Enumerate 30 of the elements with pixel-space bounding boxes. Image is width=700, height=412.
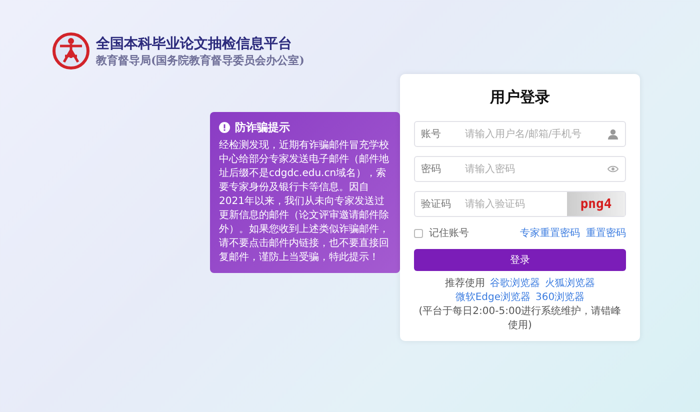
field-label: 密码	[421, 162, 442, 176]
platform-title: 全国本科毕业论文抽检信息平台	[96, 34, 293, 52]
maintenance-note: (平台于每日2:00-5:00进行系统维护，请错峰使用)	[418, 305, 622, 333]
captcha-input[interactable]: 请输入验证码	[463, 198, 567, 210]
field-label: 验证码	[421, 198, 452, 211]
logo-icon	[52, 32, 90, 70]
eye-icon[interactable]	[607, 163, 619, 175]
captcha-field[interactable]: 验证码 请输入验证码 png4	[414, 191, 626, 217]
browser-link[interactable]: 谷歌浏览器	[490, 277, 540, 291]
remember-label: 记住账号	[429, 226, 469, 240]
warning-title: 防诈骗提示	[235, 120, 290, 135]
alert-icon	[219, 122, 230, 133]
password-field[interactable]: 密码 请输入密码	[414, 156, 626, 182]
reset-password-link[interactable]: 重置密码	[586, 226, 626, 240]
reset-password-link[interactable]: 专家重置密码	[520, 226, 580, 240]
password-input[interactable]: 请输入密码	[463, 162, 601, 176]
account-field[interactable]: 账号 请输入用户名/邮箱/手机号	[414, 121, 626, 147]
browser-link[interactable]: 火狐浏览器	[545, 277, 595, 291]
browser-link[interactable]: 微软Edge浏览器	[455, 291, 531, 305]
platform-subtitle: 教育督导局(国务院教育督导委员会办公室)	[96, 52, 304, 68]
login-button[interactable]: 登录	[414, 249, 626, 271]
captcha-image[interactable]: png4	[567, 192, 625, 216]
user-icon	[607, 128, 619, 140]
field-label: 账号	[421, 128, 442, 141]
warning-text: 经检测发现，近期有诈骗邮件冒充学校中心给部分专家发送电子邮件（邮件地址后缀不是cdgdc.edu.cn域名），索要专家身份及银行卡等信息。因自2021年以来，我们从未向专家发送过更新信息的邮件（论文评审邀请邮件除外）。如果您收到上述类似诈骗邮件，请不要点击邮件内链接，也不要直接回复邮件，谨防上当受骗，特此提示！	[219, 139, 390, 265]
recommend-label: 推荐使用	[445, 277, 485, 291]
remember-checkbox[interactable]	[414, 228, 423, 238]
account-input[interactable]: 请输入用户名/邮箱/手机号	[463, 128, 601, 140]
browser-link[interactable]: 360浏览器	[536, 291, 585, 305]
login-title: 用户登录	[488, 88, 551, 107]
